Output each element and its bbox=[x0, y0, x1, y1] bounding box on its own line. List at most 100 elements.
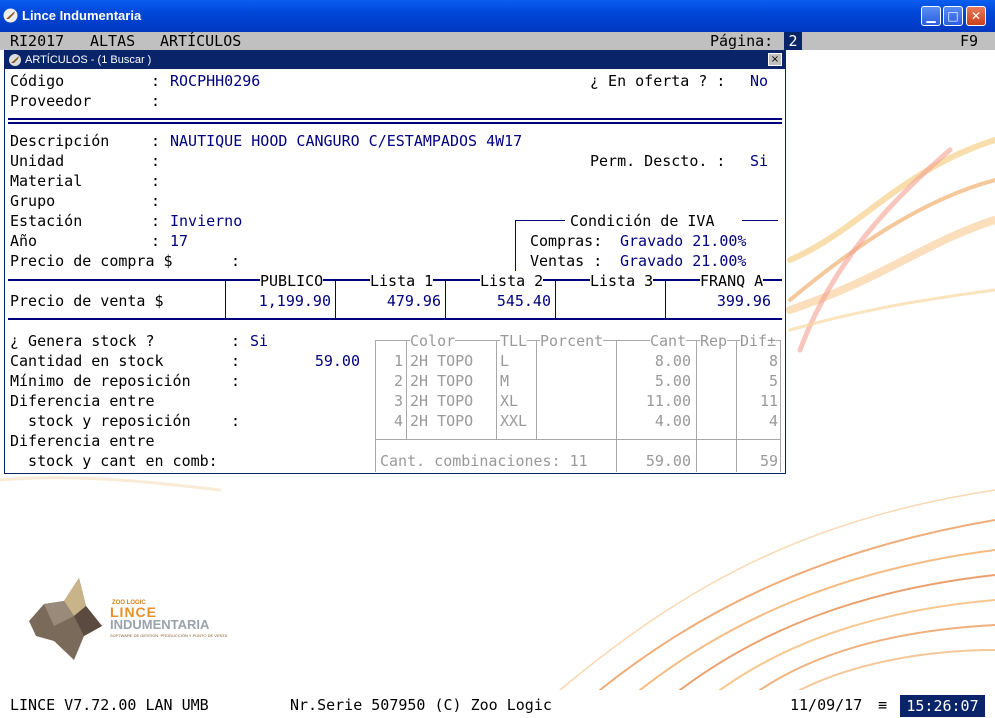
price-header-lista2: Lista 2 bbox=[480, 271, 544, 291]
oferta-label: ¿ En oferta ? : bbox=[590, 72, 726, 90]
codigo-colon: : bbox=[151, 72, 161, 90]
combo-header-tll: TLL bbox=[500, 331, 528, 351]
proveedor-label: Proveedor bbox=[10, 92, 92, 110]
combo-row-dif: 4 bbox=[768, 412, 778, 430]
combo-row-cant[interactable]: 4.00 bbox=[618, 411, 691, 431]
estacion-field[interactable]: Invierno bbox=[170, 211, 242, 231]
combo-footer-cant: 59.00 bbox=[645, 452, 691, 470]
app-title: Lince Indumentaria bbox=[22, 8, 142, 23]
status-serial: Nr.Serie 507950 (C) Zoo Logic bbox=[290, 696, 552, 714]
genera-stock-field[interactable]: Si bbox=[250, 331, 268, 351]
window-close-button[interactable]: × bbox=[768, 53, 782, 66]
menu-item-altas[interactable]: ALTAS bbox=[90, 32, 135, 50]
genera-stock-label: ¿ Genera stock ? bbox=[10, 332, 155, 350]
ventas-label: Ventas : bbox=[530, 252, 603, 270]
app-title-bar[interactable]: Lince Indumentaria ▁ □ ✕ bbox=[0, 0, 995, 32]
price-col-divider bbox=[225, 280, 226, 319]
combo-row-number: 4 bbox=[393, 412, 403, 430]
combo-row-tll[interactable]: XXL bbox=[500, 411, 527, 431]
window-icon bbox=[9, 54, 21, 66]
price-col-divider bbox=[665, 280, 666, 319]
cantidad-stock-colon: : bbox=[231, 352, 241, 370]
oferta-field[interactable]: No bbox=[750, 71, 768, 91]
cantidad-stock-field[interactable]: 59.00 bbox=[250, 351, 360, 371]
precio-compra-colon: : bbox=[231, 252, 241, 270]
compras-label: Compras: bbox=[530, 232, 603, 250]
price-franq-a-field[interactable]: 399.96 bbox=[667, 291, 771, 311]
status-menu-icon[interactable]: ≡ bbox=[878, 695, 887, 715]
close-button[interactable]: ✕ bbox=[966, 6, 986, 26]
app-icon bbox=[3, 8, 18, 23]
price-lista1-field[interactable]: 479.96 bbox=[337, 291, 441, 311]
menu-item-ri2017[interactable]: RI2017 bbox=[10, 32, 64, 50]
divider bbox=[8, 122, 782, 124]
combo-row-tll[interactable]: L bbox=[500, 351, 509, 371]
descripcion-field[interactable]: NAUTIQUE HOOD CANGURO C/ESTAMPADOS 4W17 bbox=[170, 131, 522, 151]
estacion-colon: : bbox=[151, 212, 161, 230]
articulos-window[interactable]: ARTÍCULOS - (1 Buscar ) × Código : ROCPH… bbox=[4, 50, 786, 474]
precio-venta-label: Precio de venta $ bbox=[10, 292, 164, 310]
divider bbox=[8, 118, 782, 120]
combo-row-tll[interactable]: XL bbox=[500, 391, 518, 411]
descripcion-label: Descripción bbox=[10, 132, 110, 150]
iva-title: Condición de IVA bbox=[570, 212, 715, 230]
combo-row-cant[interactable]: 11.00 bbox=[618, 391, 691, 411]
window-title: ARTÍCULOS - (1 Buscar ) bbox=[25, 54, 152, 66]
compras-field[interactable]: Gravado 21.00% bbox=[620, 231, 746, 251]
anio-field[interactable]: 17 bbox=[170, 231, 188, 251]
combo-row-tll[interactable]: M bbox=[500, 371, 509, 391]
material-colon: : bbox=[151, 172, 161, 190]
page-label: Página: bbox=[710, 32, 774, 50]
price-col-divider bbox=[445, 280, 446, 319]
combo-row-color[interactable]: 2H TOPO bbox=[410, 351, 473, 371]
price-col-divider bbox=[335, 280, 336, 319]
page-number: 2 bbox=[784, 32, 802, 50]
minimo-reposicion-colon: : bbox=[231, 372, 241, 390]
combo-row-dif: 11 bbox=[759, 392, 778, 410]
maximize-button[interactable]: □ bbox=[943, 6, 963, 26]
diferencia-reposicion-label: Diferencia entre bbox=[10, 392, 155, 410]
ventas-field[interactable]: Gravado 21.00% bbox=[620, 251, 746, 271]
f9-key[interactable]: F9 bbox=[960, 32, 978, 50]
diferencia-comb-label-2: stock y cant en comb: bbox=[10, 452, 218, 470]
status-bar: LINCE V7.72.00 LAN UMB Nr.Serie 507950 (… bbox=[0, 692, 995, 718]
menu-item-articulos[interactable]: ARTÍCULOS bbox=[160, 32, 241, 50]
combo-row-cant[interactable]: 5.00 bbox=[618, 371, 691, 391]
combo-row-color[interactable]: 2H TOPO bbox=[410, 371, 473, 391]
minimo-reposicion-label: Mínimo de reposición bbox=[10, 372, 191, 390]
window-title-bar[interactable]: ARTÍCULOS - (1 Buscar ) × bbox=[5, 51, 785, 69]
price-header-lista3: Lista 3 bbox=[590, 271, 654, 291]
price-header-lista1: Lista 1 bbox=[370, 271, 434, 291]
close-icon: × bbox=[770, 54, 780, 65]
cantidad-stock-label: Cantidad en stock bbox=[10, 352, 164, 370]
combo-row-dif: 8 bbox=[768, 352, 778, 370]
diferencia-comb-label: Diferencia entre bbox=[10, 432, 155, 450]
combo-row-cant[interactable]: 8.00 bbox=[618, 351, 691, 371]
iva-box-border bbox=[515, 220, 565, 221]
combo-row-color[interactable]: 2H TOPO bbox=[410, 411, 473, 431]
codigo-field[interactable]: ROCPHH0296 bbox=[170, 71, 260, 91]
diferencia-reposicion-colon: : bbox=[231, 412, 241, 430]
price-lista2-field[interactable]: 545.40 bbox=[447, 291, 551, 311]
iva-box-border bbox=[742, 220, 778, 221]
iva-box-border bbox=[515, 220, 516, 271]
unidad-colon: : bbox=[151, 152, 161, 170]
minimize-icon: ▁ bbox=[926, 9, 936, 23]
diferencia-reposicion-label-2: stock y reposición bbox=[10, 412, 191, 430]
lince-head-icon bbox=[29, 578, 102, 660]
price-header-publico: PUBLICO bbox=[260, 271, 324, 291]
combo-header-color: Color bbox=[410, 331, 456, 351]
perm-descto-field[interactable]: Si bbox=[750, 151, 768, 171]
minimize-button[interactable]: ▁ bbox=[921, 6, 941, 26]
combo-header-cant: Cant bbox=[650, 331, 687, 351]
price-publico-field[interactable]: 1,199.90 bbox=[227, 291, 331, 311]
combo-row-number: 2 bbox=[393, 372, 403, 390]
price-header-franq-a: FRANQ A bbox=[700, 271, 764, 291]
combo-footer-label: Cant. combinaciones: 11 bbox=[380, 452, 588, 470]
grupo-colon: : bbox=[151, 192, 161, 210]
grupo-label: Grupo bbox=[10, 192, 56, 210]
close-icon: ✕ bbox=[970, 9, 982, 23]
status-clock: 15:26:07 bbox=[899, 694, 986, 718]
combo-row-color[interactable]: 2H TOPO bbox=[410, 391, 473, 411]
material-label: Material bbox=[10, 172, 83, 190]
